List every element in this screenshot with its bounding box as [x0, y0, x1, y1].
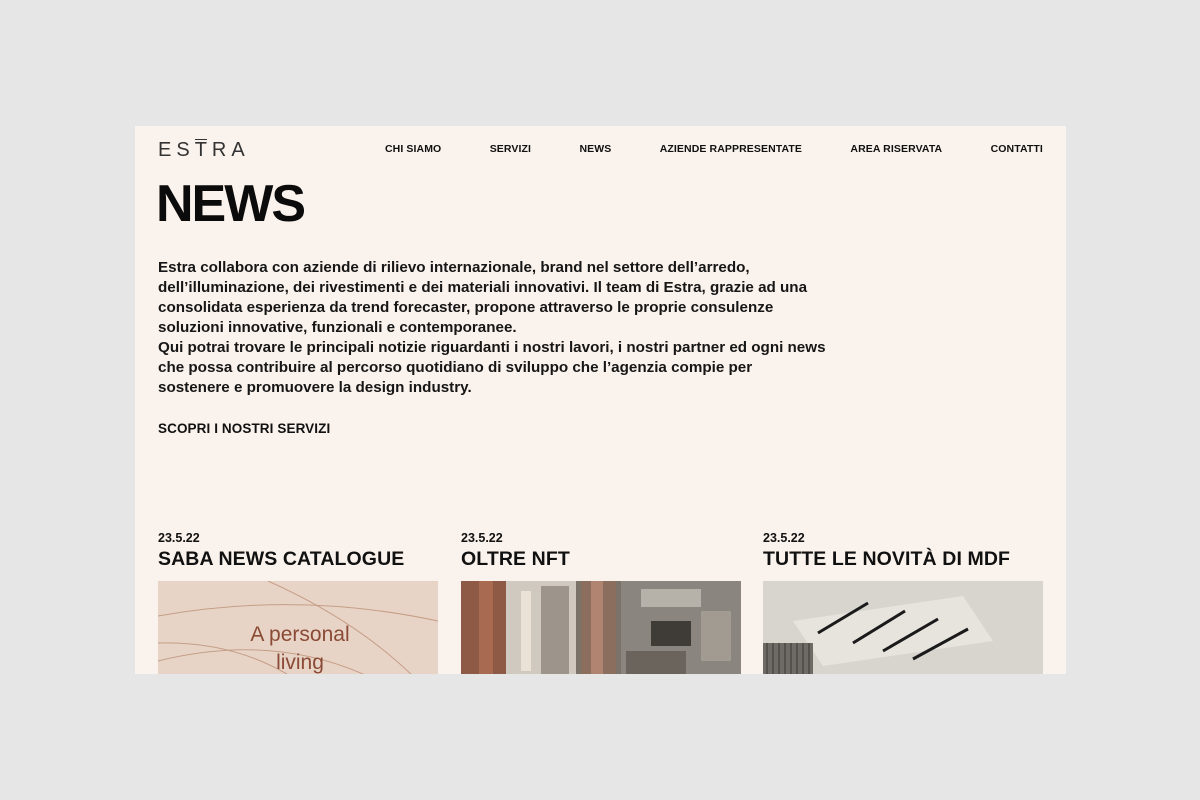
nav-item-contatti[interactable]: CONTATTI — [991, 143, 1043, 155]
ceiling-lights-photo-graphic — [763, 581, 1043, 674]
news-date: 23.5.22 — [763, 531, 805, 545]
news-date: 23.5.22 — [158, 531, 200, 545]
cover-text-line-2: living — [276, 651, 324, 674]
intro-paragraph-1: Estra collabora con aziende di rilievo i… — [158, 259, 808, 336]
logo-text-ra: RA — [211, 139, 250, 161]
catalogue-cover-graphic: A personal living — [158, 581, 438, 674]
news-image-oltre-nft[interactable] — [461, 581, 741, 674]
intro-text: Estra collabora con aziende di rilievo i… — [158, 258, 828, 398]
news-image-saba-catalogue[interactable]: A personal living — [158, 581, 438, 674]
news-card[interactable]: 23.5.22 OLTRE NFT — [461, 531, 741, 674]
main-nav: CHI SIAMO SERVIZI NEWS AZIENDE RAPPRESEN… — [385, 143, 1043, 155]
news-date: 23.5.22 — [461, 531, 503, 545]
news-card[interactable]: 23.5.22 TUTTE LE NOVITÀ DI MDF — [763, 531, 1043, 674]
nav-item-aziende-rappresentate[interactable]: AZIENDE RAPPRESENTATE — [660, 143, 802, 155]
nav-item-news[interactable]: NEWS — [579, 143, 611, 155]
interior-photo-graphic — [461, 581, 741, 674]
cover-text-line-1: A personal — [250, 623, 349, 646]
news-title[interactable]: OLTRE NFT — [461, 548, 741, 571]
news-title[interactable]: TUTTE LE NOVITÀ DI MDF — [763, 548, 1043, 571]
news-card[interactable]: 23.5.22 SABA NEWS CATALOGUE A personal l… — [158, 531, 438, 674]
logo-text-t: T — [194, 139, 212, 161]
discover-services-link[interactable]: SCOPRI I NOSTRI SERVIZI — [158, 421, 330, 436]
page-title: NEWS — [156, 175, 306, 233]
intro-paragraph-2: Qui potrai trovare le principali notizie… — [158, 339, 826, 396]
nav-item-area-riservata[interactable]: AREA RISERVATA — [850, 143, 942, 155]
news-title[interactable]: SABA NEWS CATALOGUE — [158, 548, 438, 571]
nav-item-chi-siamo[interactable]: CHI SIAMO — [385, 143, 441, 155]
nav-item-servizi[interactable]: SERVIZI — [490, 143, 531, 155]
news-image-mdf[interactable] — [763, 581, 1043, 674]
website-page: ESTRA CHI SIAMO SERVIZI NEWS AZIENDE RAP… — [135, 126, 1066, 674]
logo-text-es: ES — [158, 139, 195, 161]
estra-logo[interactable]: ESTRA — [158, 139, 250, 162]
